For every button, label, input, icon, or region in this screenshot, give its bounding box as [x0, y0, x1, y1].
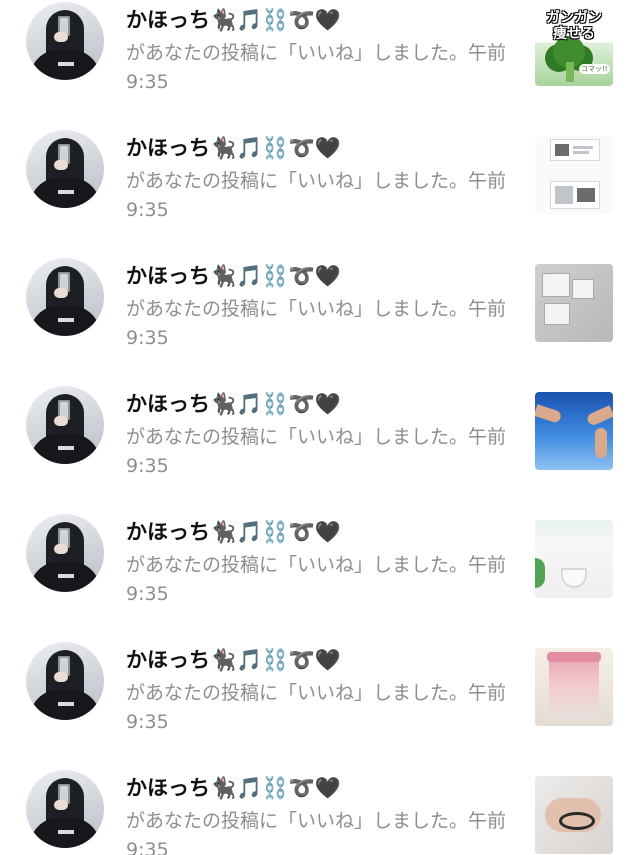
avatar-shirt-logo: [58, 574, 74, 578]
document-photo: [555, 144, 569, 156]
message-text: があなたの投稿に「いいね」しました。: [126, 42, 469, 64]
document-photo: [577, 188, 595, 202]
avatar[interactable]: [26, 514, 104, 592]
user-name[interactable]: かほっち🐈‍⬛🎵⛓️➰🖤: [126, 516, 341, 546]
notification-row[interactable]: かほっち🐈‍⬛🎵⛓️➰🖤 があなたの投稿に「いいね」しました。午前9:35 ガン…: [0, 0, 640, 128]
notification-row[interactable]: かほっち🐈‍⬛🎵⛓️➰🖤 があなたの投稿に「いいね」しました。午前9:35: [0, 640, 640, 768]
ring-image: [559, 812, 595, 830]
user-name[interactable]: かほっち🐈‍⬛🎵⛓️➰🖤: [126, 260, 341, 290]
jar-lid: [547, 652, 601, 662]
avatar-shirt-logo: [58, 190, 74, 194]
notification-message: があなたの投稿に「いいね」しました。午前9:35: [126, 423, 518, 481]
user-name[interactable]: かほっち🐈‍⬛🎵⛓️➰🖤: [126, 4, 341, 34]
notification-row[interactable]: かほっち🐈‍⬛🎵⛓️➰🖤 があなたの投稿に「いいね」しました。午前9:35: [0, 384, 640, 512]
user-name[interactable]: かほっち🐈‍⬛🎵⛓️➰🖤: [126, 644, 341, 674]
jar-image: [549, 656, 599, 720]
avatar-shirt-logo: [58, 318, 74, 322]
avatar[interactable]: [26, 770, 104, 848]
post-thumbnail[interactable]: [535, 264, 613, 342]
notification-row[interactable]: かほっち🐈‍⬛🎵⛓️➰🖤 があなたの投稿に「いいね」しました。午前9:35: [0, 256, 640, 384]
thumbnail-note: コマッ!!: [579, 64, 610, 74]
avatar-hand: [54, 800, 68, 810]
avatar-shirt-logo: [58, 702, 74, 706]
avatar[interactable]: [26, 386, 104, 464]
avatar-hand: [54, 288, 68, 298]
post-thumbnail[interactable]: ガンガン 痩せる コマッ!!: [535, 8, 613, 86]
notification-message: があなたの投稿に「いいね」しました。午前9:35: [126, 679, 518, 737]
notification-message: があなたの投稿に「いいね」しました。午前9:35: [126, 167, 518, 225]
message-text: があなたの投稿に「いいね」しました。: [126, 682, 469, 704]
notification-message: があなたの投稿に「いいね」しました。午前9:35: [126, 807, 518, 855]
message-text: があなたの投稿に「いいね」しました。: [126, 298, 469, 320]
notification-row[interactable]: かほっち🐈‍⬛🎵⛓️➰🖤 があなたの投稿に「いいね」しました。午前9:35: [0, 512, 640, 640]
document-photo: [555, 186, 573, 204]
message-text: があなたの投稿に「いいね」しました。: [126, 426, 469, 448]
avatar-shirt-logo: [58, 830, 74, 834]
post-thumbnail[interactable]: [535, 520, 613, 598]
post-thumbnail[interactable]: [535, 136, 613, 214]
message-text: があなたの投稿に「いいね」しました。: [126, 554, 469, 576]
avatar-shirt-logo: [58, 446, 74, 450]
avatar-shirt-logo: [58, 62, 74, 66]
user-name[interactable]: かほっち🐈‍⬛🎵⛓️➰🖤: [126, 772, 341, 802]
thumbnail-caption: ガンガン 痩せる: [546, 10, 602, 42]
notification-message: があなたの投稿に「いいね」しました。午前9:35: [126, 295, 518, 353]
wall-poster: [545, 304, 569, 324]
post-thumbnail[interactable]: [535, 648, 613, 726]
wall-poster: [573, 280, 593, 298]
document-text-line: [573, 146, 593, 149]
notification-list: かほっち🐈‍⬛🎵⛓️➰🖤 があなたの投稿に「いいね」しました。午前9:35 ガン…: [0, 0, 640, 855]
avatar-hand: [54, 32, 68, 42]
notification-message: があなたの投稿に「いいね」しました。午前9:35: [126, 551, 518, 609]
avatar[interactable]: [26, 130, 104, 208]
message-text: があなたの投稿に「いいね」しました。: [126, 170, 469, 192]
broccoli-stem: [566, 62, 574, 82]
user-name[interactable]: かほっち🐈‍⬛🎵⛓️➰🖤: [126, 388, 341, 418]
wall-poster: [543, 274, 569, 296]
avatar-hand: [54, 416, 68, 426]
avatar[interactable]: [26, 2, 104, 80]
finger: [595, 428, 607, 458]
notification-row[interactable]: かほっち🐈‍⬛🎵⛓️➰🖤 があなたの投稿に「いいね」しました。午前9:35: [0, 768, 640, 855]
notification-message: があなたの投稿に「いいね」しました。午前9:35: [126, 39, 518, 97]
user-name[interactable]: かほっち🐈‍⬛🎵⛓️➰🖤: [126, 132, 341, 162]
avatar-hand: [54, 544, 68, 554]
post-thumbnail[interactable]: [535, 392, 613, 470]
table-background: [535, 520, 613, 598]
notification-row[interactable]: かほっち🐈‍⬛🎵⛓️➰🖤 があなたの投稿に「いいね」しました。午前9:35: [0, 128, 640, 256]
avatar[interactable]: [26, 258, 104, 336]
avatar[interactable]: [26, 642, 104, 720]
message-text: があなたの投稿に「いいね」しました。: [126, 810, 469, 832]
avatar-hand: [54, 672, 68, 682]
avatar-hand: [54, 160, 68, 170]
post-thumbnail[interactable]: [535, 776, 613, 854]
document-text-line: [573, 151, 589, 154]
